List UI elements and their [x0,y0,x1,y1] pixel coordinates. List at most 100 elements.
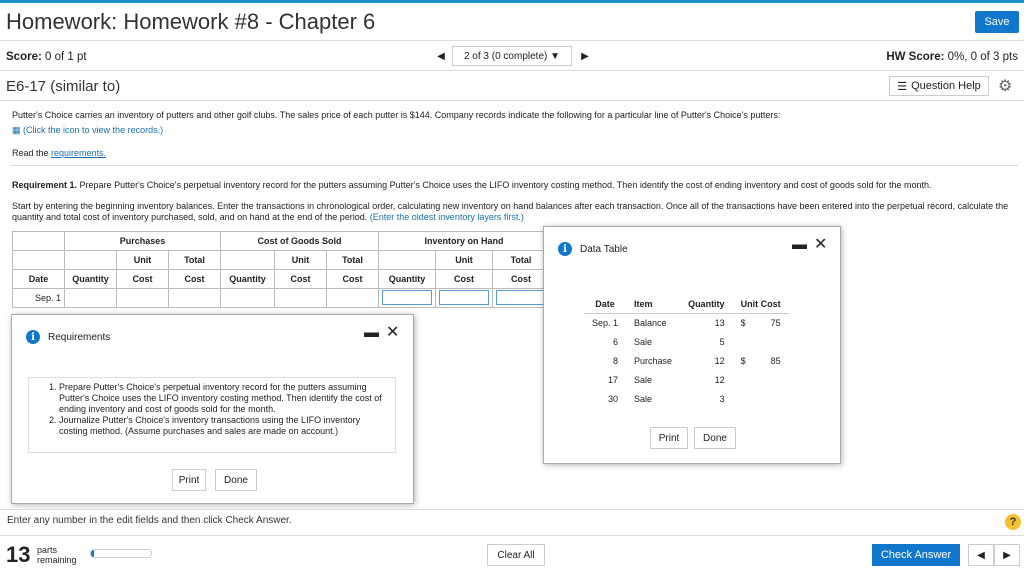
question-selector-label: 2 of 3 (0 complete) [463,50,548,62]
inventory-unit-cost-input[interactable] [439,289,489,305]
column-header: Cost [492,269,550,289]
clear-all-button[interactable]: Clear All [487,544,545,566]
list-icon: ☰ [897,80,908,93]
row-item: Sale [634,336,653,347]
footer-message: Enter any number in the edit fields and … [7,515,292,526]
hw-score-value: 0%, 0 of 3 pts [947,51,1018,63]
print-button[interactable]: Print [172,469,206,491]
help-icon[interactable]: ? [1005,514,1021,530]
popup-header: i Requirements [26,330,110,344]
question-selector[interactable]: 2 of 3 (0 complete) ▼ [452,46,572,66]
row-date: 8 [613,355,619,366]
prev-question-button[interactable]: ◀ [432,47,450,65]
check-answer-button[interactable]: Check Answer [872,544,960,566]
row-cost [758,389,789,408]
row-currency: $ [740,355,746,366]
inventory-record-table: Purchases Cost of Goods Sold Inventory o… [12,231,550,308]
parts-label-line2: remaining [37,555,77,565]
sub-header-unit: Unit [116,250,169,270]
row-cost [758,332,789,351]
sub-header-total: Total [492,250,550,270]
gear-icon[interactable]: ⚙ [998,76,1012,96]
exercise-title: E6-17 (similar to) [6,78,121,95]
row-item: Balance [634,317,667,328]
table-cell [326,288,379,308]
row-item: Sale [634,393,653,404]
sub-header-total: Total [168,250,221,270]
data-table-popup: i Data Table ▬ ✕ Date Item Quantity Unit… [543,226,841,464]
info-icon: i [26,330,40,344]
row-date: 17 [608,374,619,385]
column-header: Cost [116,269,169,289]
divider [0,509,1024,510]
close-icon[interactable]: ✕ [386,322,399,342]
divider [0,40,1024,41]
requirements-popup: i Requirements ▬ ✕ Prepare Putter's Choi… [11,314,414,504]
close-icon[interactable]: ✕ [814,234,827,254]
sub-header-unit: Unit [274,250,327,270]
records-link[interactable]: ▦ (Click the icon to view the records.) [12,125,163,136]
popup-header: i Data Table [558,242,628,256]
row-date: Sep. 1 [12,288,65,308]
table-cell [168,288,221,308]
row-date: 30 [608,393,619,404]
row-currency: $ [740,317,746,328]
column-header: Cost [168,269,221,289]
parts-label-line1: parts [37,545,58,555]
hw-score: HW Score: 0%, 0 of 3 pts [886,51,1018,63]
save-button[interactable]: Save [975,11,1019,33]
row-qty: 12 [714,355,725,366]
table-cell [220,288,275,308]
column-header: Item [626,295,681,314]
divider [0,535,1024,536]
page-title: Homework: Homework #8 - Chapter 6 [6,9,376,34]
minimize-icon[interactable]: ▬ [364,324,379,341]
table-cell [64,288,117,308]
progress-bar [90,549,152,558]
score: Score: 0 of 1 pt [6,51,87,63]
row-currency [733,332,758,351]
requirement-1-text: Prepare Putter's Choice's perpetual inve… [79,180,932,190]
column-header: Quantity [220,269,275,289]
inventory-total-cost-input[interactable] [496,289,546,305]
instructions-note: (Enter the oldest inventory layers first… [369,212,524,222]
table-cell [274,288,327,308]
requirement-1: Requirement 1. Prepare Putter's Choice's… [12,180,1012,190]
row-cost [758,370,789,389]
print-button[interactable]: Print [650,427,688,449]
table-row: 6 Sale 5 [584,332,789,351]
row-qty: 12 [714,374,725,385]
sub-header-total: Total [326,250,379,270]
minimize-icon[interactable]: ▬ [792,236,807,253]
inventory-quantity-input[interactable] [382,289,432,305]
question-help-button[interactable]: ☰ Question Help [889,76,989,96]
popup-title: Data Table [580,243,628,255]
table-cell [64,250,117,270]
prev-button[interactable]: ◀ [968,544,994,566]
table-cell [492,288,550,308]
instructions: Start by entering the beginning inventor… [12,201,1017,223]
table-cell [378,288,436,308]
row-item: Purchase [634,355,673,366]
table-corner [12,231,65,251]
done-button[interactable]: Done [215,469,257,491]
row-cost: 85 [770,355,781,366]
score-label: Score: [6,51,42,63]
popup-title: Requirements [48,331,111,343]
row-qty: 3 [719,393,725,404]
table-row: Sep. 1 Balance 13 $ 75 [584,313,789,332]
table-row: 8 Purchase 12 $ 85 [584,351,789,370]
question-help-label: Question Help [911,80,981,92]
row-item: Sale [634,374,653,385]
table-cell [116,288,169,308]
column-header: Cost [326,269,379,289]
done-button[interactable]: Done [694,427,736,449]
next-question-button[interactable]: ▶ [576,47,594,65]
requirements-link[interactable]: requirements. [51,148,106,158]
score-value: 0 of 1 pt [45,51,87,63]
table-cell [12,250,65,270]
next-button[interactable]: ▶ [994,544,1020,566]
column-header: Quantity [64,269,117,289]
row-qty: 13 [714,317,725,328]
group-header-cogs: Cost of Goods Sold [220,231,379,251]
